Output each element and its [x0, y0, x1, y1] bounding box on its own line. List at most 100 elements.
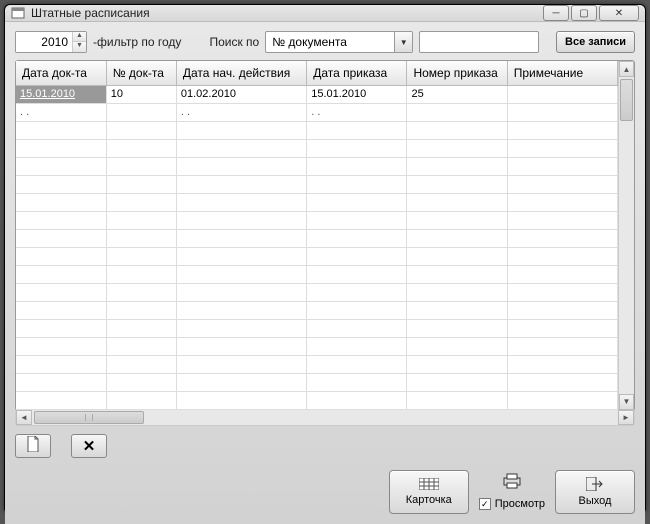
minimize-button[interactable]: ─ — [543, 5, 569, 21]
table-cell[interactable] — [176, 373, 306, 391]
table-cell[interactable] — [176, 121, 306, 139]
hscroll-thumb[interactable] — [34, 411, 144, 424]
table-row[interactable] — [16, 157, 618, 175]
table-cell[interactable] — [307, 139, 407, 157]
column-header[interactable]: Примечание — [507, 61, 617, 85]
table-cell[interactable]: 25 — [407, 85, 507, 103]
table-cell[interactable] — [507, 265, 617, 283]
table-cell[interactable] — [507, 319, 617, 337]
table-cell[interactable] — [507, 355, 617, 373]
scroll-left-icon[interactable]: ◄ — [16, 410, 32, 425]
table-cell[interactable] — [16, 283, 106, 301]
table-cell[interactable] — [16, 355, 106, 373]
table-cell[interactable]: 15.01.2010 — [16, 85, 106, 103]
table-cell[interactable] — [407, 319, 507, 337]
table-cell[interactable] — [407, 193, 507, 211]
table-cell[interactable]: . . — [16, 103, 106, 121]
table-cell[interactable] — [106, 337, 176, 355]
table-cell[interactable] — [106, 283, 176, 301]
table-cell[interactable] — [407, 373, 507, 391]
table-cell[interactable] — [507, 157, 617, 175]
vscroll-thumb[interactable] — [620, 79, 633, 121]
table-cell[interactable] — [307, 121, 407, 139]
table-cell[interactable] — [307, 193, 407, 211]
table-cell[interactable] — [16, 319, 106, 337]
table-cell[interactable] — [16, 139, 106, 157]
table-cell[interactable] — [507, 229, 617, 247]
table-cell[interactable] — [507, 85, 617, 103]
table-cell[interactable] — [407, 121, 507, 139]
chevron-down-icon[interactable]: ▼ — [394, 32, 412, 52]
table-row[interactable] — [16, 175, 618, 193]
table-cell[interactable] — [176, 283, 306, 301]
table-row[interactable] — [16, 301, 618, 319]
table-cell[interactable] — [407, 247, 507, 265]
scroll-down-icon[interactable]: ▼ — [619, 394, 634, 410]
data-grid[interactable]: Дата док-та№ док-таДата нач. действияДат… — [15, 60, 635, 411]
table-cell[interactable] — [307, 391, 407, 409]
table-row[interactable] — [16, 193, 618, 211]
table-cell[interactable] — [176, 301, 306, 319]
table-cell[interactable] — [507, 337, 617, 355]
table-cell[interactable] — [307, 355, 407, 373]
table-cell[interactable] — [16, 247, 106, 265]
table-cell[interactable] — [106, 157, 176, 175]
table-row[interactable] — [16, 337, 618, 355]
table-cell[interactable] — [507, 139, 617, 157]
table-cell[interactable] — [507, 373, 617, 391]
table-cell[interactable] — [307, 373, 407, 391]
table-cell[interactable] — [407, 103, 507, 121]
table-cell[interactable] — [307, 265, 407, 283]
table-cell[interactable] — [16, 391, 106, 409]
table-cell[interactable] — [407, 139, 507, 157]
table-cell[interactable] — [176, 139, 306, 157]
table-cell[interactable] — [106, 103, 176, 121]
table-cell[interactable] — [507, 193, 617, 211]
table-cell[interactable] — [106, 373, 176, 391]
column-header[interactable]: Дата нач. действия — [176, 61, 306, 85]
table-cell[interactable] — [16, 373, 106, 391]
table-cell[interactable] — [307, 229, 407, 247]
table-cell[interactable] — [176, 229, 306, 247]
table-cell[interactable] — [407, 211, 507, 229]
year-spinner[interactable]: ▲ ▼ — [15, 31, 87, 53]
table-cell[interactable] — [507, 121, 617, 139]
table-cell[interactable] — [407, 283, 507, 301]
table-row[interactable] — [16, 319, 618, 337]
table-cell[interactable] — [16, 211, 106, 229]
table-row[interactable] — [16, 211, 618, 229]
table-cell[interactable] — [307, 319, 407, 337]
table-cell[interactable]: 01.02.2010 — [176, 85, 306, 103]
horizontal-scrollbar[interactable]: ◄ ► — [15, 410, 635, 426]
all-records-button[interactable]: Все записи — [556, 31, 635, 53]
table-cell[interactable] — [176, 265, 306, 283]
table-cell[interactable] — [106, 355, 176, 373]
table-cell[interactable] — [176, 391, 306, 409]
table-cell[interactable] — [507, 211, 617, 229]
card-button[interactable]: Карточка — [389, 470, 469, 514]
table-cell[interactable] — [307, 283, 407, 301]
column-header[interactable]: № док-та — [106, 61, 176, 85]
table-cell[interactable] — [16, 175, 106, 193]
table-cell[interactable] — [307, 175, 407, 193]
table-row[interactable]: 15.01.20101001.02.201015.01.201025 — [16, 85, 618, 103]
table-cell[interactable] — [307, 247, 407, 265]
table-cell[interactable] — [176, 319, 306, 337]
table-cell[interactable] — [507, 283, 617, 301]
table-row[interactable]: . .. .. . — [16, 103, 618, 121]
table-row[interactable] — [16, 265, 618, 283]
table-row[interactable] — [16, 247, 618, 265]
exit-button[interactable]: Выход — [555, 470, 635, 514]
table-cell[interactable] — [106, 391, 176, 409]
table-cell[interactable] — [16, 229, 106, 247]
table-cell[interactable] — [307, 337, 407, 355]
delete-button[interactable]: ✕ — [71, 434, 107, 458]
table-cell[interactable] — [407, 301, 507, 319]
table-cell[interactable] — [106, 139, 176, 157]
preview-checkbox[interactable]: ✓ — [479, 498, 491, 510]
table-cell[interactable] — [176, 175, 306, 193]
table-cell[interactable] — [507, 103, 617, 121]
table-cell[interactable] — [16, 265, 106, 283]
table-cell[interactable] — [407, 175, 507, 193]
table-cell[interactable] — [407, 229, 507, 247]
